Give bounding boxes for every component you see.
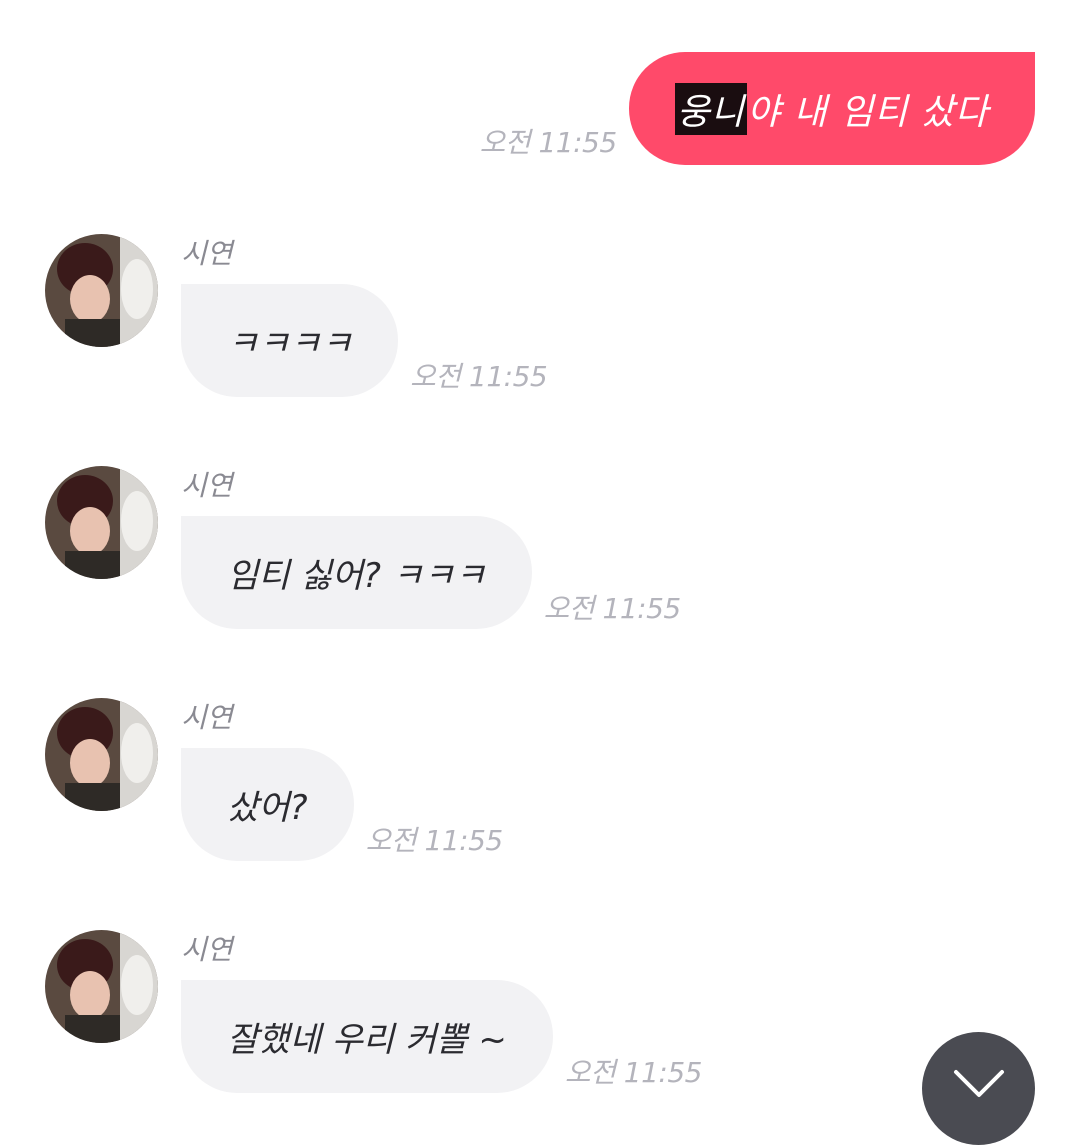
sent-message-time: 오전 11:55 [479,126,618,159]
avatar[interactable] [45,466,158,579]
avatar[interactable] [45,930,158,1043]
sent-message-row: 오전 11:55 웅니 야 내 임티 샀다 [480,52,1035,165]
avatar[interactable] [45,698,158,811]
received-message-time: 오전 11:55 [564,1056,703,1089]
sent-message-bubble[interactable]: 웅니 야 내 임티 샀다 [628,52,1035,165]
chevron-down-icon [953,1069,1004,1097]
sender-name: 시연 [181,469,233,502]
received-message-bubble[interactable]: ㅋㅋㅋㅋ [181,284,399,397]
sender-name: 시연 [181,237,233,270]
received-message-time: 오전 11:55 [365,824,504,857]
received-message-bubble[interactable]: 잘했네 우리 커뽈 ~ [181,980,553,1093]
received-message-bubble[interactable]: 임티 싫어? ㅋㅋㅋ [181,516,532,629]
received-message-time: 오전 11:55 [543,592,682,625]
scroll-to-bottom-button[interactable] [922,1032,1035,1145]
received-message-bubble[interactable]: 샀어? [181,748,354,861]
highlighted-text: 웅니 [674,82,747,135]
avatar[interactable] [45,234,158,347]
received-message-time: 오전 11:55 [410,360,548,393]
sender-name: 시연 [181,701,233,734]
sender-name: 시연 [181,933,233,966]
sent-message-text: 야 내 임티 샀다 [746,91,989,133]
